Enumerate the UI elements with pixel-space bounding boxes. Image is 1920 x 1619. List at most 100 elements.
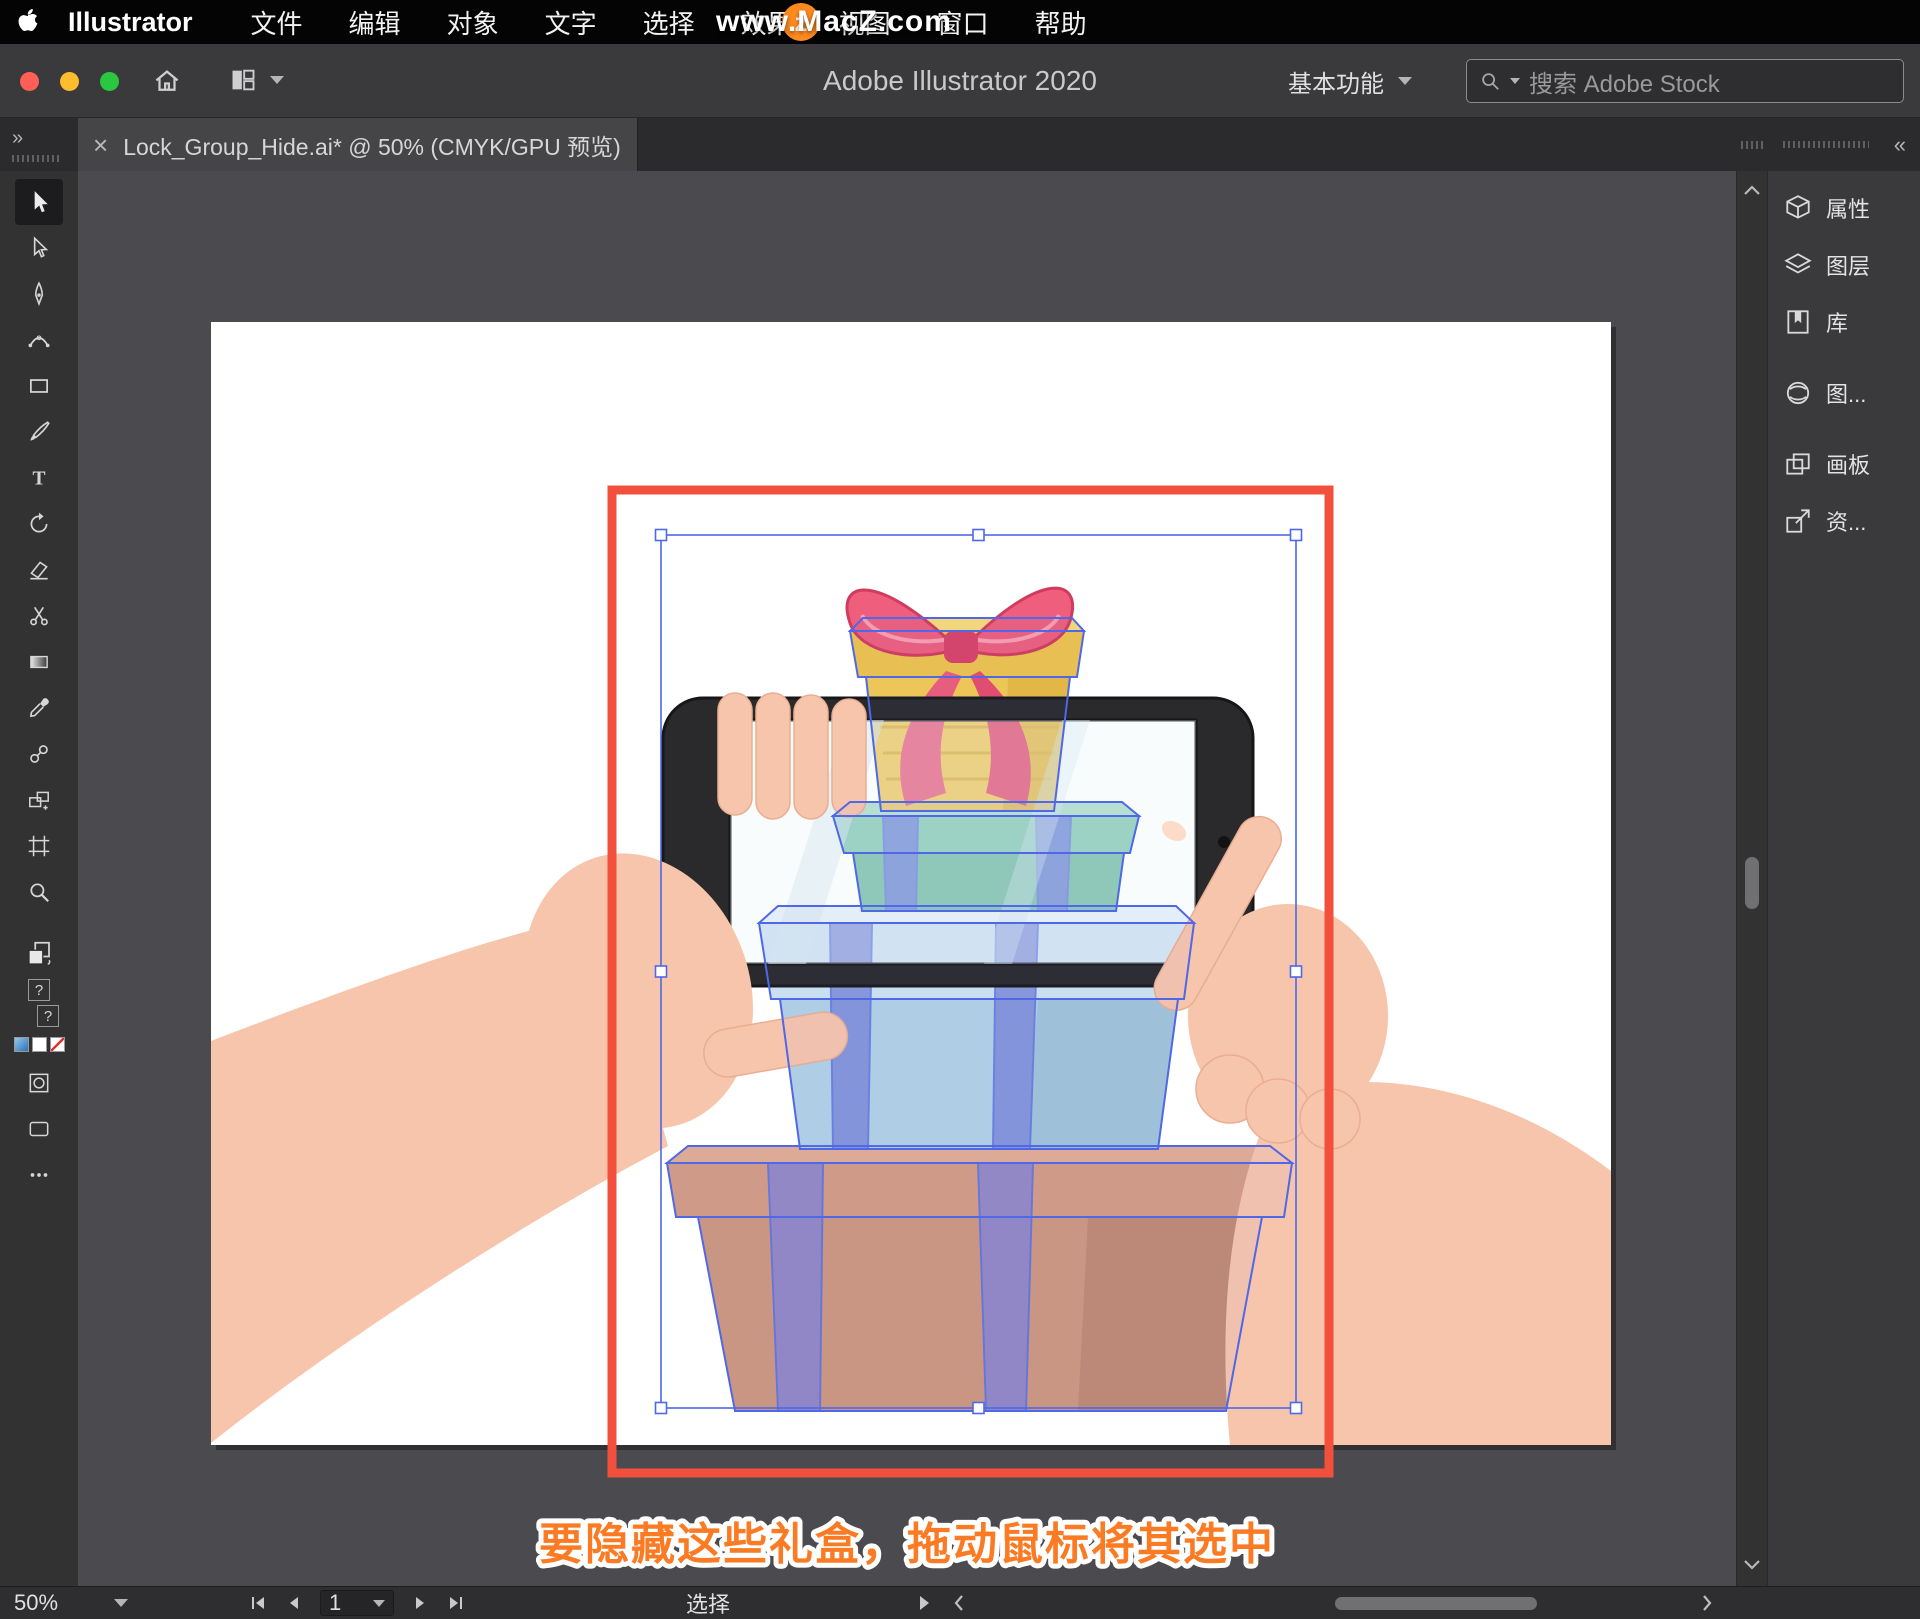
scroll-up-icon[interactable] (1743, 183, 1761, 201)
canvas-surface[interactable]: 要隐藏这些礼盒，拖动鼠标将其选中 (78, 171, 1736, 1586)
selection-handle-w[interactable] (654, 965, 668, 978)
fill-stroke-proxy[interactable] (15, 931, 63, 977)
rotate-tool-icon (30, 512, 48, 533)
none-swatch[interactable] (49, 1037, 65, 1052)
rectangle-tool-icon (30, 379, 48, 393)
menu-object[interactable]: 对象 (447, 4, 499, 41)
scroll-right-icon[interactable] (1700, 1587, 1714, 1619)
selection-handle-e[interactable] (1289, 965, 1303, 978)
vertical-scroll-thumb[interactable] (1745, 857, 1759, 909)
tutorial-caption: 要隐藏这些礼盒，拖动鼠标将其选中 (539, 1520, 1275, 1569)
blend-tool[interactable] (15, 731, 63, 777)
apple-icon[interactable] (16, 7, 42, 37)
watermark-text: www.MacZ.com (716, 5, 952, 38)
menu-select[interactable]: 选择 (643, 4, 695, 41)
canvas[interactable]: 要隐藏这些礼盒，拖动鼠标将其选中 (78, 171, 1736, 1586)
pen-tool[interactable] (15, 271, 63, 317)
scissors-tool-icon (30, 606, 48, 626)
panel-dock: 属性 图层 库 图... 画板 资... (1767, 171, 1920, 1586)
panel-label: 图层 (1826, 253, 1871, 279)
gradient-tool[interactable] (15, 639, 63, 685)
fill-proxy-unknown[interactable]: ? (28, 979, 50, 1001)
selection-handle-sw[interactable] (654, 1401, 668, 1415)
menu-app-name[interactable]: Illustrator (68, 7, 193, 38)
panel-artboards[interactable]: 画板 (1768, 435, 1920, 492)
selection-handle-ne[interactable] (1289, 528, 1303, 542)
close-tab-icon[interactable]: × (93, 132, 108, 158)
document-tab[interactable]: × Lock_Group_Hide.ai* @ 50% (CMYK/GPU 预览… (78, 118, 638, 171)
panel-layers[interactable]: 图层 (1768, 236, 1920, 293)
color-swatch[interactable] (13, 1037, 29, 1052)
scroll-down-icon[interactable] (1743, 1558, 1761, 1576)
scissors-tool[interactable] (15, 593, 63, 639)
stroke-proxy-unknown[interactable]: ? (37, 1005, 59, 1027)
more-tools-button[interactable] (15, 1152, 63, 1198)
chevron-down-icon (1510, 78, 1520, 84)
rectangle-tool[interactable] (15, 363, 63, 409)
gradient-swatch[interactable] (31, 1037, 47, 1052)
menu-edit[interactable]: 编辑 (349, 4, 401, 41)
direct-selection-tool[interactable] (15, 225, 63, 271)
panel-libraries[interactable]: 库 (1768, 293, 1920, 350)
workspace-switcher[interactable]: 基本功能 (1288, 44, 1412, 118)
menu-file[interactable]: 文件 (251, 4, 303, 41)
curvature-tool-icon (28, 335, 50, 348)
macos-menu-bar: Illustrator 文件 编辑 对象 文字 选择 效果 视图 窗口 帮助 z… (0, 0, 1920, 44)
paintbrush-tool[interactable] (15, 409, 63, 455)
workspace-label: 基本功能 (1288, 70, 1384, 98)
selection-handle-s[interactable] (972, 1401, 985, 1415)
direct-selection-tool-icon (33, 236, 49, 258)
type-tool-icon: T (32, 469, 45, 490)
draw-mode-button[interactable] (15, 1060, 63, 1106)
zoom-level-control[interactable]: 50% (14, 1587, 129, 1619)
panel-graphic[interactable]: 图... (1768, 364, 1920, 421)
zoom-tool[interactable] (15, 869, 63, 915)
status-label: 选择 (686, 1592, 731, 1617)
layers-icon (1784, 252, 1812, 274)
selection-handle-se[interactable] (1289, 1401, 1303, 1415)
pen-tool-icon (34, 281, 44, 307)
horizontal-scroll-thumb[interactable] (1335, 1597, 1537, 1610)
previous-artboard-icon[interactable] (284, 1593, 304, 1613)
gradient-tool-icon (30, 655, 48, 669)
artboards-icon (1786, 452, 1810, 475)
panel-group-separator (1768, 350, 1920, 364)
last-artboard-icon[interactable] (446, 1593, 466, 1613)
chevron-down-icon (1398, 77, 1412, 85)
next-artboard-icon[interactable] (410, 1593, 430, 1613)
draw-mode-icon (29, 1073, 49, 1093)
vertical-scrollbar[interactable] (1736, 171, 1767, 1586)
rotate-tool[interactable] (15, 501, 63, 547)
search-input[interactable]: 搜索 Adobe Stock (1466, 59, 1904, 103)
curvature-tool[interactable] (15, 317, 63, 363)
eraser-tool[interactable] (15, 547, 63, 593)
menu-type[interactable]: 文字 (545, 4, 597, 41)
toolbar-header: » (0, 118, 78, 171)
selection-tool-icon (34, 191, 48, 213)
panel-label: 库 (1826, 310, 1849, 336)
selection-handle-n[interactable] (972, 528, 985, 542)
document-tab-label: Lock_Group_Hide.ai* @ 50% (CMYK/GPU 预览) (123, 133, 621, 160)
selection-tool[interactable] (15, 179, 63, 225)
status-expand-icon[interactable] (918, 1587, 932, 1619)
menu-help[interactable]: 帮助 (1035, 4, 1087, 41)
expand-panel-icon[interactable]: » (12, 127, 78, 150)
panel-asset-export[interactable]: 资... (1768, 492, 1920, 549)
search-icon (1482, 73, 1499, 90)
svg-text:T: T (32, 469, 45, 490)
artboard-number-field[interactable]: 1 (320, 1590, 394, 1616)
app-title-bar: Adobe Illustrator 2020 基本功能 搜索 Adobe Sto… (0, 44, 1920, 118)
eyedropper-tool[interactable] (15, 685, 63, 731)
shape-builder-tool[interactable] (15, 777, 63, 823)
screen-mode-button[interactable] (15, 1106, 63, 1152)
selection-handle-nw[interactable] (654, 528, 668, 542)
type-tool[interactable]: T (15, 455, 63, 501)
panel-properties[interactable]: 属性 (1768, 179, 1920, 236)
collapse-panel-icon[interactable]: « (1894, 132, 1906, 158)
document-tab-strip: » × Lock_Group_Hide.ai* @ 50% (CMYK/GPU … (0, 118, 1920, 171)
artboard-tool-icon (28, 835, 50, 857)
artboard-tool[interactable] (15, 823, 63, 869)
graphic-icon (1786, 381, 1810, 404)
first-artboard-icon[interactable] (248, 1593, 268, 1613)
scroll-left-icon[interactable] (952, 1587, 966, 1619)
